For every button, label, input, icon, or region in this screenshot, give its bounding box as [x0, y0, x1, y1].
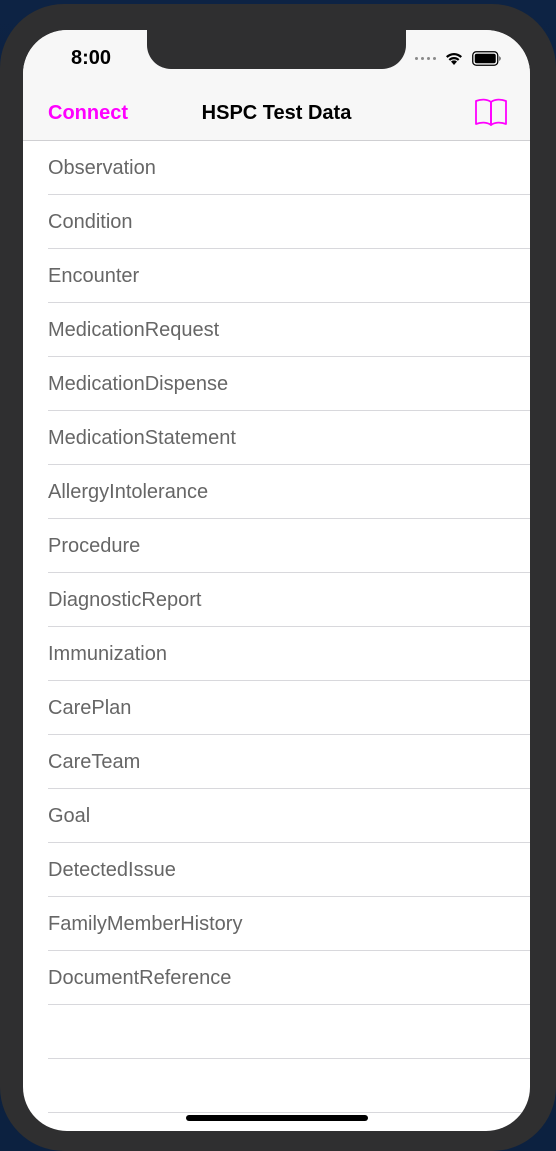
status-time: 8:00 — [71, 47, 112, 69]
list-item-label: MedicationDispense — [48, 372, 229, 395]
list-item[interactable]: Procedure — [23, 519, 530, 573]
list-item[interactable]: MedicationStatement — [23, 411, 530, 465]
list-item[interactable]: CarePlan — [23, 681, 530, 735]
list-item[interactable]: Goal — [23, 789, 530, 843]
list-item[interactable]: DetectedIssue — [23, 843, 530, 897]
list-item[interactable]: Condition — [23, 195, 530, 249]
list-item[interactable]: Immunization — [23, 627, 530, 681]
list-item-label: DocumentReference — [48, 966, 232, 989]
empty-list-row — [23, 1059, 530, 1113]
page-title: HSPC Test Data — [201, 102, 352, 124]
status-icons — [415, 50, 502, 66]
list-item[interactable]: CareTeam — [23, 735, 530, 789]
list-item[interactable]: Encounter — [23, 249, 530, 303]
list-item-label: AllergyIntolerance — [48, 480, 209, 503]
list-item-label: DetectedIssue — [48, 858, 176, 881]
home-indicator[interactable] — [186, 1115, 368, 1121]
navigation-bar: Connect HSPC Test Data — [23, 90, 530, 141]
list-item-label: DiagnosticReport — [48, 588, 202, 611]
list-item-label: Observation — [48, 156, 156, 179]
empty-list-row — [23, 1005, 530, 1059]
list-item[interactable]: DocumentReference — [23, 951, 530, 1005]
list-item-label: CareTeam — [48, 750, 141, 773]
list-item[interactable]: MedicationRequest — [23, 303, 530, 357]
book-icon[interactable] — [474, 96, 508, 128]
list-item-label: MedicationRequest — [48, 318, 220, 341]
list-item-label: Condition — [48, 210, 133, 233]
list-item-label: Encounter — [48, 264, 140, 287]
list-item-label: FamilyMemberHistory — [48, 912, 243, 935]
list-item-label: Procedure — [48, 534, 141, 557]
list-item-label: CarePlan — [48, 696, 132, 719]
list-item[interactable]: MedicationDispense — [23, 357, 530, 411]
list-item[interactable]: FamilyMemberHistory — [23, 897, 530, 951]
list-item-label: Immunization — [48, 642, 167, 665]
list-item[interactable]: AllergyIntolerance — [23, 465, 530, 519]
resource-list: Observation Condition Encounter Medicati… — [23, 141, 530, 1113]
phone-screen: 8:00 Connect HSPC Test Data Observation … — [23, 30, 530, 1131]
list-item[interactable]: Observation — [23, 141, 530, 195]
phone-frame: 8:00 Connect HSPC Test Data Observation … — [0, 4, 556, 1151]
list-item[interactable]: DiagnosticReport — [23, 573, 530, 627]
wifi-icon — [446, 52, 462, 65]
cellular-signal-icon — [415, 56, 436, 60]
device-notch — [147, 30, 406, 69]
battery-icon — [472, 50, 501, 66]
list-item-label: Goal — [48, 804, 91, 827]
list-item-label: MedicationStatement — [48, 426, 236, 449]
